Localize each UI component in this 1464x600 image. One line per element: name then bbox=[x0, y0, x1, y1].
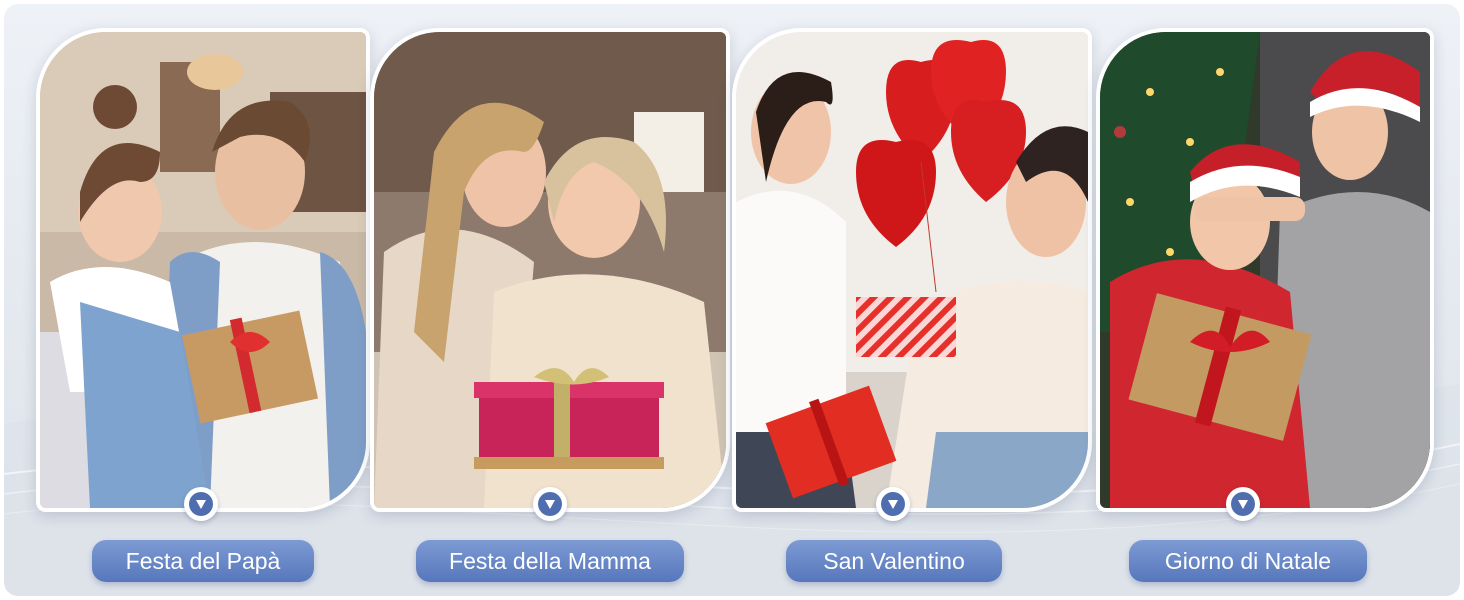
chevron-down-icon bbox=[533, 487, 567, 521]
label-festa-del-papa[interactable]: Festa del Papà bbox=[92, 540, 314, 582]
photo-father-daughter bbox=[36, 28, 370, 512]
photo-valentine-couple bbox=[732, 28, 1092, 512]
photo-mother-daughter bbox=[370, 28, 730, 512]
label-festa-della-mamma[interactable]: Festa della Mamma bbox=[416, 540, 684, 582]
chevron-down-icon bbox=[876, 487, 910, 521]
chevron-down-icon bbox=[1226, 487, 1260, 521]
mother-day-image bbox=[374, 32, 726, 508]
photo-christmas-couple bbox=[1096, 28, 1434, 512]
chevron-down-icon bbox=[184, 487, 218, 521]
label-giorno-di-natale[interactable]: Giorno di Natale bbox=[1129, 540, 1367, 582]
christmas-image bbox=[1100, 32, 1430, 508]
valentine-image bbox=[736, 32, 1088, 508]
father-day-image bbox=[40, 32, 366, 508]
label-san-valentino[interactable]: San Valentino bbox=[786, 540, 1002, 582]
occasions-banner: Festa del Papà Festa della Mamma San Val… bbox=[4, 4, 1460, 596]
